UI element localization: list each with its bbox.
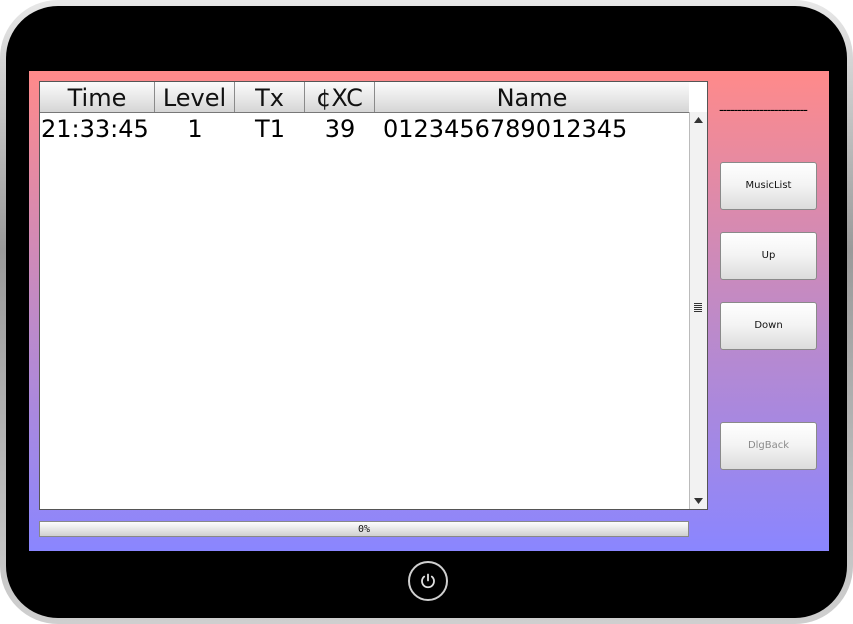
column-header-level[interactable]: Level — [155, 82, 235, 112]
triangle-up-icon — [694, 117, 703, 123]
progress-bar: 0% — [39, 521, 689, 537]
up-button[interactable]: Up — [720, 232, 817, 280]
cell-xc: 39 — [324, 115, 356, 143]
table-row[interactable]: 21:33:45 1 T1 39 0123456789012345 — [40, 113, 689, 143]
screen: Time Level Tx ¢XC Name 21:33:45 1 T1 39 … — [29, 71, 829, 551]
column-header-xc[interactable]: ¢XC — [305, 82, 375, 112]
column-header-time[interactable]: Time — [40, 82, 155, 112]
list-header: Time Level Tx ¢XC Name — [40, 82, 689, 113]
log-list[interactable]: Time Level Tx ¢XC Name 21:33:45 1 T1 39 … — [39, 81, 708, 510]
status-text: ------------------------ — [719, 101, 808, 117]
down-button[interactable]: Down — [720, 302, 817, 350]
column-header-tx[interactable]: Tx — [235, 82, 305, 112]
column-header-name[interactable]: Name — [375, 82, 689, 112]
triangle-down-icon — [694, 498, 703, 504]
cell-name: 0123456789012345 — [383, 115, 628, 143]
scroll-up-button[interactable] — [690, 112, 707, 128]
dlg-back-button[interactable]: DlgBack — [720, 422, 817, 470]
music-list-button[interactable]: MusicList — [720, 162, 817, 210]
list-rows: 21:33:45 1 T1 39 0123456789012345 — [40, 113, 689, 143]
cell-tx: T1 — [255, 115, 285, 143]
grip-lines-icon — [694, 302, 702, 312]
power-icon — [421, 573, 435, 589]
scroll-down-button[interactable] — [690, 493, 707, 509]
cell-time: 21:33:45 — [41, 115, 149, 143]
scrollbar-thumb[interactable] — [693, 302, 703, 312]
cell-level: 1 — [187, 115, 203, 143]
power-button[interactable] — [408, 561, 448, 601]
progress-label: 0% — [357, 524, 371, 535]
vertical-scrollbar[interactable] — [689, 112, 707, 509]
